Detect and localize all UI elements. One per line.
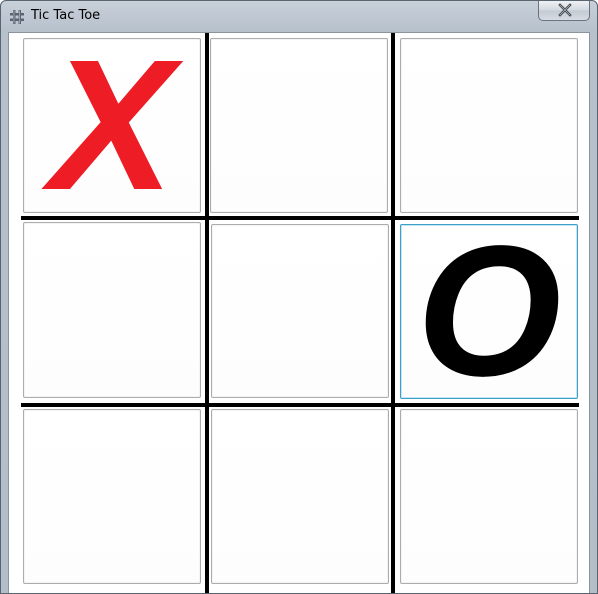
cell-mark (24, 410, 200, 583)
app-window: Tic Tac Toe X O (0, 0, 598, 594)
cell-mark: X (49, 21, 175, 229)
board-cell-8[interactable] (211, 409, 389, 584)
cell-mark (401, 39, 577, 212)
board-cell-5[interactable] (211, 224, 389, 398)
cell-mark (212, 225, 388, 397)
game-area: X O (8, 21, 590, 593)
board-cell-1[interactable]: X (23, 21, 201, 229)
cell-mark (401, 410, 577, 583)
tic-tac-toe-board: X O (9, 21, 589, 593)
grid-line-vertical-1 (205, 33, 209, 593)
cell-mark (24, 223, 200, 397)
cell-mark (212, 410, 388, 583)
close-icon (558, 3, 572, 17)
board-cell-3[interactable] (400, 38, 578, 213)
grid-line-vertical-2 (391, 33, 395, 593)
board-cell-6[interactable]: O (400, 207, 578, 415)
board-cell-4[interactable] (23, 222, 201, 398)
board-cell-9[interactable] (400, 409, 578, 584)
grid-hash-icon (10, 10, 24, 24)
board-cell-2[interactable] (210, 38, 388, 213)
board-cell-7[interactable] (23, 409, 201, 584)
cell-mark (211, 39, 387, 212)
window-title: Tic Tac Toe (31, 8, 101, 23)
close-button[interactable] (538, 1, 590, 21)
cell-mark: O (416, 207, 562, 415)
